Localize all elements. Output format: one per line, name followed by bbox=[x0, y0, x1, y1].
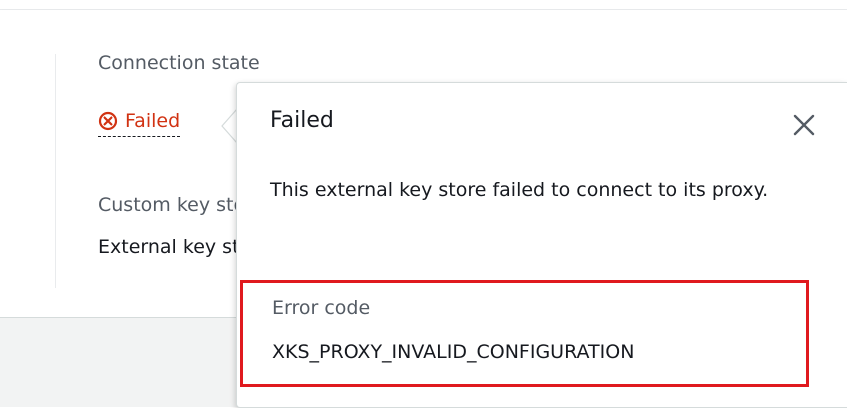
error-code-label: Error code bbox=[272, 297, 371, 319]
connection-state-status[interactable]: Failed bbox=[98, 110, 181, 137]
connection-state-label: Connection state bbox=[98, 52, 260, 74]
popover-description: This external key store failed to connec… bbox=[270, 179, 769, 201]
close-icon bbox=[793, 114, 815, 136]
connection-state-value: Failed bbox=[125, 110, 181, 132]
column-divider bbox=[55, 54, 56, 288]
popover-title: Failed bbox=[270, 108, 334, 133]
error-circle-x-icon bbox=[98, 111, 118, 131]
error-code-value: XKS_PROXY_INVALID_CONFIGURATION bbox=[272, 341, 635, 363]
error-code-highlight: Error code XKS_PROXY_INVALID_CONFIGURATI… bbox=[240, 280, 809, 387]
close-button[interactable] bbox=[789, 110, 819, 140]
status-popover: Failed This external key store failed to… bbox=[236, 82, 847, 408]
